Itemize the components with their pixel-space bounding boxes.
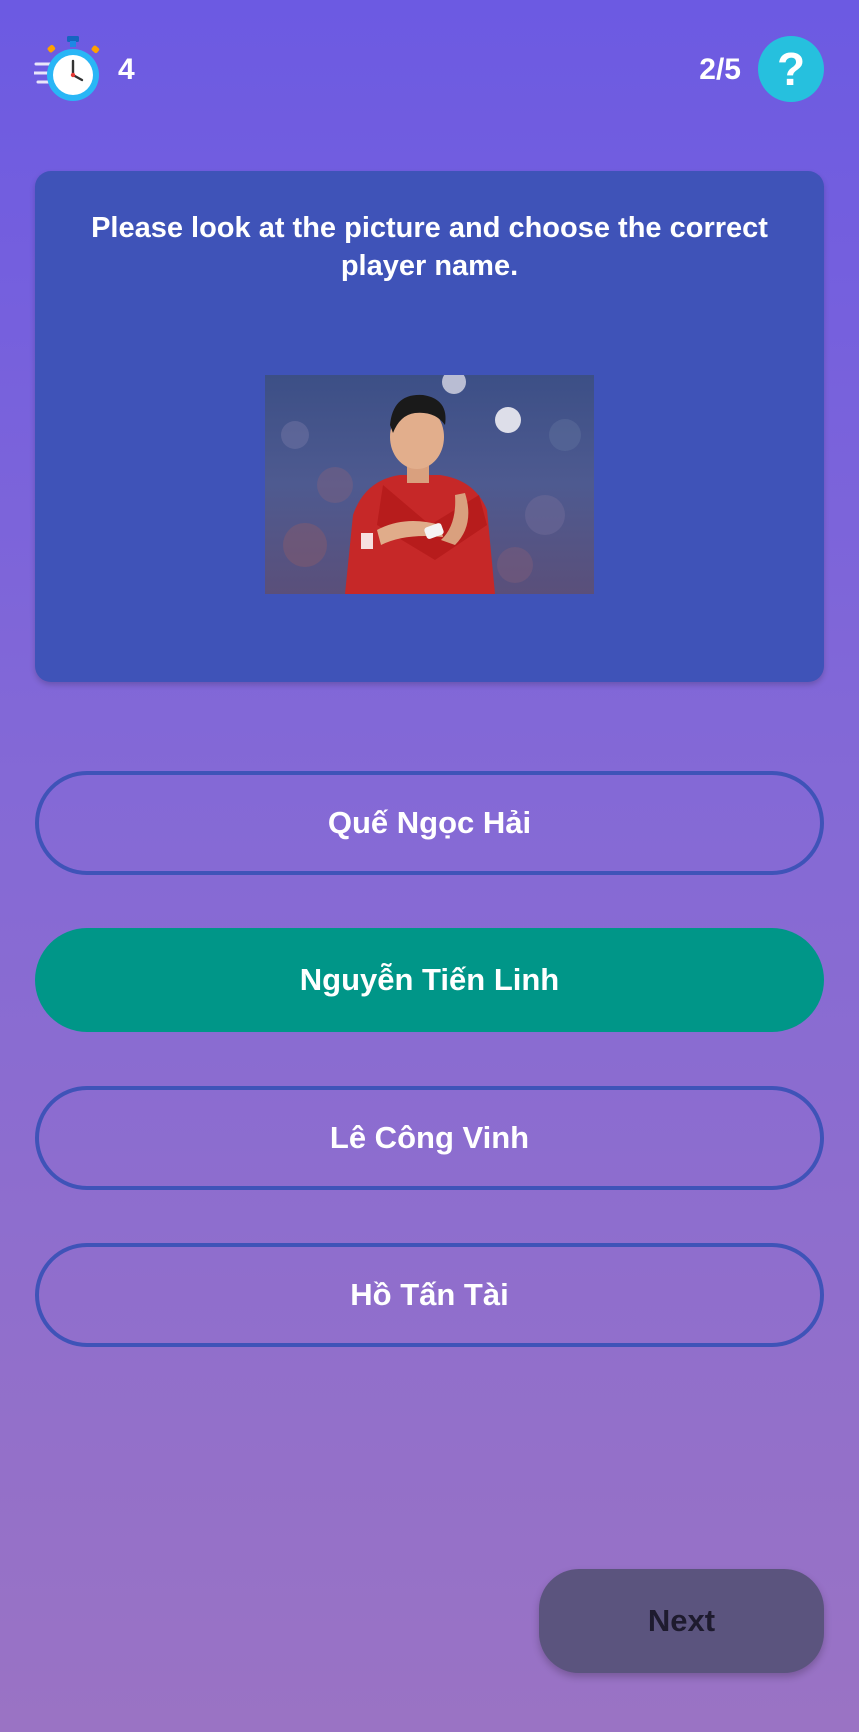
player-photo	[265, 375, 594, 594]
answer-option-4[interactable]: Hồ Tấn Tài	[35, 1243, 824, 1347]
top-bar: 4 2/5 ?	[0, 0, 859, 140]
timer-value: 4	[118, 53, 135, 86]
question-text: Please look at the picture and choose th…	[91, 212, 768, 282]
help-button[interactable]: ?	[758, 36, 824, 102]
answer-option-3[interactable]: Lê Công Vinh	[35, 1086, 824, 1190]
next-button[interactable]: Next	[539, 1569, 824, 1673]
stopwatch-icon	[32, 34, 106, 104]
answer-option-1[interactable]: Quế Ngọc Hải	[35, 771, 824, 875]
answer-option-2-selected[interactable]: Nguyễn Tiến Linh	[35, 928, 824, 1032]
question-card: Please look at the picture and choose th…	[35, 171, 824, 682]
question-progress: 2/5	[699, 53, 741, 86]
